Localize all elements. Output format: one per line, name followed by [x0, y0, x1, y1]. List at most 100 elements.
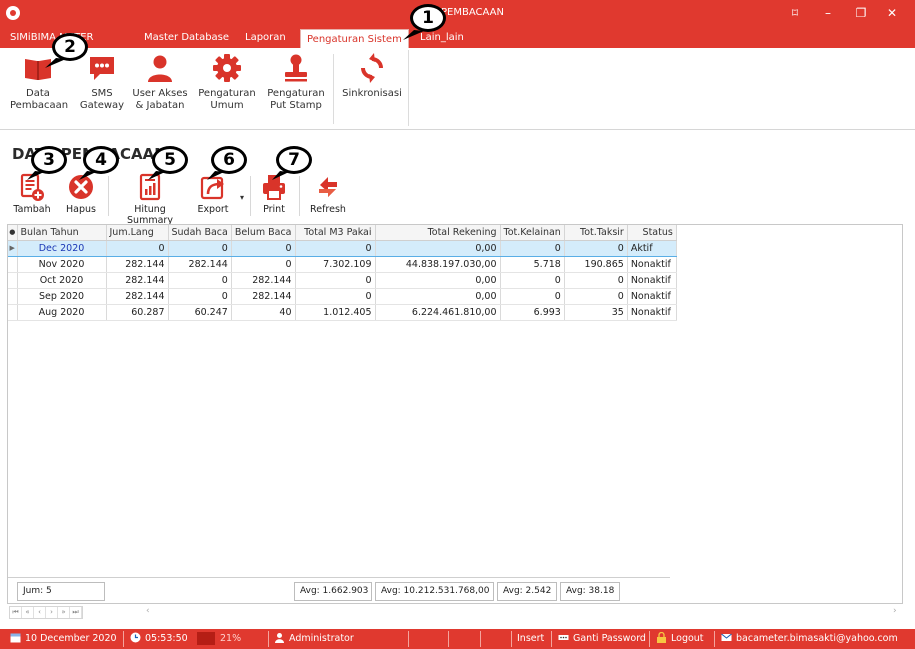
ganti-password-button[interactable]: Ganti Password — [558, 632, 646, 646]
status-email[interactable]: bacameter.bimasakti@yahoo.com — [721, 632, 898, 646]
table-cell[interactable]: Sep 2020 — [17, 288, 107, 305]
pengaturan-umum-button[interactable]: Pengaturan Umum — [196, 52, 258, 112]
table-cell[interactable]: 282.144 — [231, 288, 296, 305]
data-grid[interactable]: ● Bulan Tahun Jum.Lang Sudah Baca Belum … — [7, 224, 903, 604]
table-cell[interactable]: 1.012.405 — [295, 304, 376, 321]
table-cell[interactable]: 0 — [564, 272, 628, 289]
table-cell[interactable]: 0 — [295, 288, 376, 305]
maximize-button[interactable]: ❐ — [850, 4, 872, 22]
data-pembacaan-button[interactable]: Data Pembacaan — [10, 52, 68, 112]
table-row[interactable]: ▶ Dec 2020 0 0 0 0 0,00 0 0 Aktif — [8, 239, 677, 257]
sinkronisasi-label: Sinkronisasi — [342, 88, 402, 99]
lock-icon — [657, 632, 666, 643]
tab-master-database[interactable]: Master Database — [138, 27, 235, 48]
table-cell[interactable]: 0 — [168, 239, 232, 257]
user-akses-button[interactable]: User Akses & Jabatan — [132, 52, 188, 112]
table-cell[interactable]: 0,00 — [375, 272, 501, 289]
table-cell[interactable]: 0 — [500, 272, 565, 289]
prev-page-icon[interactable]: « — [22, 607, 34, 618]
scroll-left-icon[interactable]: ‹ — [146, 606, 150, 616]
minimize-button[interactable]: – — [817, 4, 839, 22]
next-page-icon[interactable]: » — [58, 607, 70, 618]
table-cell[interactable]: 0 — [295, 272, 376, 289]
table-cell[interactable]: 44.838.197.030,00 — [375, 256, 501, 273]
table-cell[interactable]: Nonaktif — [627, 288, 677, 305]
table-cell[interactable]: 5.718 — [500, 256, 565, 273]
sinkronisasi-button[interactable]: Sinkronisasi — [340, 52, 404, 100]
table-cell[interactable]: Nonaktif — [627, 256, 677, 273]
table-cell[interactable]: 0 — [564, 288, 628, 305]
table-cell[interactable]: 0 — [231, 239, 296, 257]
logout-button[interactable]: Logout — [656, 632, 704, 646]
row-selector[interactable] — [8, 304, 18, 321]
table-cell[interactable]: 60.247 — [168, 304, 232, 321]
table-cell[interactable]: 35 — [564, 304, 628, 321]
table-cell[interactable]: Nonaktif — [627, 272, 677, 289]
table-cell[interactable]: 0 — [500, 239, 565, 257]
table-cell[interactable]: 0 — [231, 256, 296, 273]
table-cell[interactable]: Nonaktif — [627, 304, 677, 321]
table-cell[interactable]: 282.144 — [231, 272, 296, 289]
tab-pengaturan-sistem[interactable]: Pengaturan Sistem — [300, 29, 409, 48]
table-cell[interactable]: Dec 2020 — [17, 239, 107, 257]
tab-laporan[interactable]: Laporan — [239, 27, 292, 48]
pengaturan-stamp-button[interactable]: Pengaturan Put Stamp — [264, 52, 328, 112]
table-cell[interactable]: 282.144 — [106, 272, 169, 289]
column-header[interactable]: Tot.Taksir — [564, 225, 628, 241]
last-record-icon[interactable]: ⏭ — [70, 607, 82, 618]
table-row[interactable]: Aug 2020 60.287 60.247 40 1.012.405 6.22… — [8, 304, 677, 321]
table-row[interactable]: Sep 2020 282.144 0 282.144 0 0,00 0 0 No… — [8, 288, 677, 305]
table-cell[interactable]: 190.865 — [564, 256, 628, 273]
row-selector[interactable] — [8, 256, 18, 273]
tambah-button[interactable]: Tambah — [12, 172, 52, 215]
close-button[interactable]: ✕ — [881, 4, 903, 22]
sms-gateway-button[interactable]: SMS Gateway — [78, 52, 126, 112]
column-header[interactable]: Sudah Baca — [168, 225, 232, 241]
table-cell[interactable]: 0,00 — [375, 288, 501, 305]
table-cell[interactable]: 282.144 — [106, 256, 169, 273]
table-cell[interactable]: 0 — [168, 288, 232, 305]
column-header[interactable]: Total M3 Pakai — [295, 225, 376, 241]
next-record-icon[interactable]: › — [46, 607, 58, 618]
table-cell[interactable]: 282.144 — [168, 256, 232, 273]
export-dropdown-arrow-icon[interactable]: ▾ — [240, 193, 244, 202]
table-cell[interactable]: 282.144 — [106, 288, 169, 305]
table-cell[interactable]: Aug 2020 — [17, 304, 107, 321]
scroll-right-icon[interactable]: › — [893, 606, 897, 616]
column-header[interactable]: Total Rekening — [375, 225, 501, 241]
prev-record-icon[interactable]: ‹ — [34, 607, 46, 618]
column-header[interactable]: Tot.Kelainan — [500, 225, 565, 241]
table-cell[interactable]: 0 — [564, 239, 628, 257]
column-header[interactable]: Belum Baca — [231, 225, 296, 241]
table-cell[interactable]: 6.224.461.810,00 — [375, 304, 501, 321]
first-record-icon[interactable]: ⏮ — [10, 607, 22, 618]
export-button[interactable]: Export — [193, 172, 233, 215]
column-header[interactable]: Bulan Tahun — [17, 225, 107, 241]
row-selector[interactable] — [8, 272, 18, 289]
table-row[interactable]: Nov 2020 282.144 282.144 0 7.302.109 44.… — [8, 256, 677, 273]
status-time: 05:53:50 — [130, 632, 188, 646]
table-cell[interactable]: 0,00 — [375, 239, 501, 257]
row-selector[interactable] — [8, 288, 18, 305]
table-cell[interactable]: 60.287 — [106, 304, 169, 321]
table-row[interactable]: Oct 2020 282.144 0 282.144 0 0,00 0 0 No… — [8, 272, 677, 289]
table-cell[interactable]: 0 — [168, 272, 232, 289]
column-header[interactable]: Jum.Lang — [106, 225, 169, 241]
table-cell[interactable]: Aktif — [627, 239, 677, 257]
hapus-button[interactable]: Hapus — [62, 172, 100, 215]
table-cell[interactable]: 40 — [231, 304, 296, 321]
print-button[interactable]: Print — [256, 172, 292, 215]
table-cell[interactable]: 0 — [295, 239, 376, 257]
table-cell[interactable]: 0 — [500, 288, 565, 305]
refresh-button[interactable]: Refresh — [306, 172, 350, 215]
table-cell[interactable]: Oct 2020 — [17, 272, 107, 289]
toolbar-separator — [250, 176, 251, 216]
table-cell[interactable]: 6.993 — [500, 304, 565, 321]
restore-layout-button[interactable]: ⌑ — [784, 4, 806, 22]
table-cell[interactable]: Nov 2020 — [17, 256, 107, 273]
row-selector-header[interactable]: ● — [8, 225, 18, 241]
table-cell[interactable]: 7.302.109 — [295, 256, 376, 273]
table-cell[interactable]: 0 — [106, 239, 169, 257]
column-header[interactable]: Status — [627, 225, 677, 241]
hitung-summary-button[interactable]: Hitung Summary — [113, 172, 187, 226]
